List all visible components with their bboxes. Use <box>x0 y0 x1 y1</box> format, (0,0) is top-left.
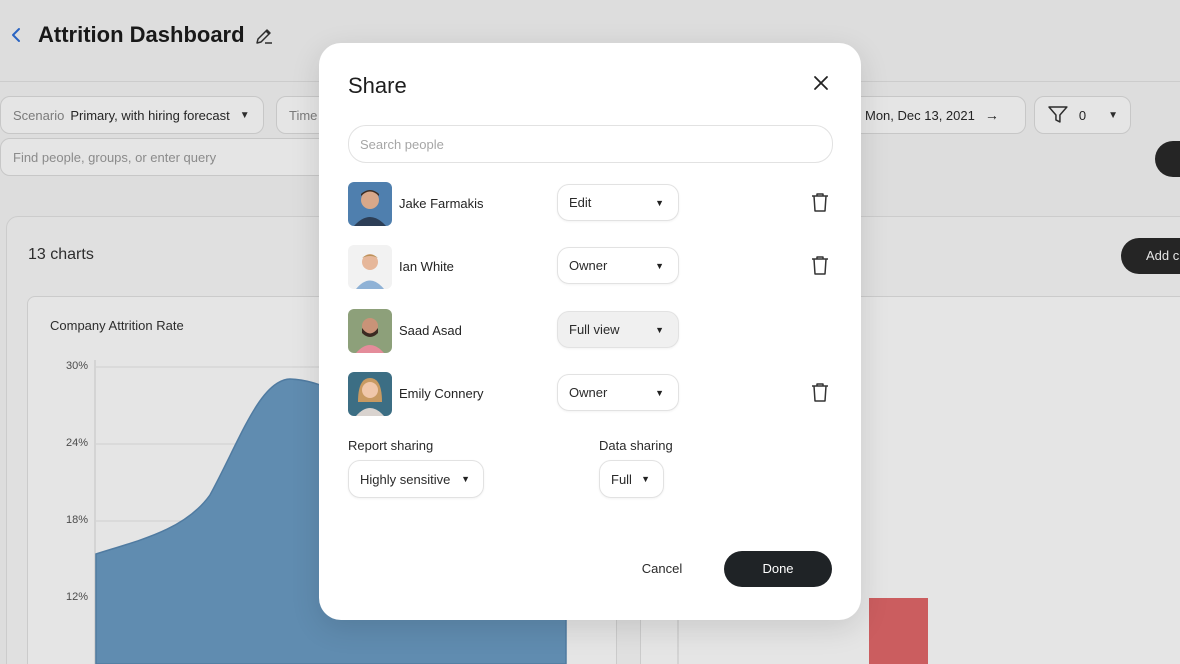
list-item: Emily Connery Owner ▼ <box>348 372 833 416</box>
chevron-down-icon: ▼ <box>655 325 664 335</box>
avatar <box>348 309 392 353</box>
share-dialog: Share Jake Farmakis Edit ▼ <box>319 43 861 620</box>
chevron-down-icon: ▼ <box>655 388 664 398</box>
report-sharing-value: Highly sensitive <box>360 472 451 487</box>
list-item: Jake Farmakis Edit ▼ <box>348 182 833 226</box>
chevron-down-icon: ▼ <box>655 198 664 208</box>
role-value: Edit <box>569 195 592 210</box>
list-item: Ian White Owner ▼ <box>348 245 833 289</box>
person-name: Saad Asad <box>399 323 462 338</box>
done-button[interactable]: Done <box>724 551 832 587</box>
search-people-input[interactable] <box>348 125 833 163</box>
chevron-down-icon: ▼ <box>461 474 470 484</box>
role-value: Owner <box>569 385 608 400</box>
role-value: Owner <box>569 258 608 273</box>
avatar <box>348 245 392 289</box>
role-select[interactable]: Owner ▼ <box>557 374 679 411</box>
close-icon[interactable] <box>811 73 831 93</box>
avatar <box>348 182 392 226</box>
chevron-down-icon: ▼ <box>655 261 664 271</box>
report-sharing-select[interactable]: Highly sensitive ▼ <box>348 460 484 498</box>
role-select[interactable]: Full view ▼ <box>557 311 679 348</box>
dialog-title: Share <box>348 73 407 98</box>
data-sharing-label: Data sharing <box>599 438 673 453</box>
list-item: Saad Asad Full view ▼ <box>348 309 833 353</box>
trash-icon[interactable] <box>810 381 830 403</box>
person-name: Jake Farmakis <box>399 196 484 211</box>
chevron-down-icon: ▼ <box>641 474 650 484</box>
avatar <box>348 372 392 416</box>
person-name: Ian White <box>399 259 454 274</box>
role-select[interactable]: Owner ▼ <box>557 247 679 284</box>
cancel-button[interactable]: Cancel <box>624 551 700 587</box>
trash-icon[interactable] <box>810 191 830 213</box>
trash-icon[interactable] <box>810 254 830 276</box>
data-sharing-value: Full <box>611 472 632 487</box>
person-name: Emily Connery <box>399 386 484 401</box>
role-select[interactable]: Edit ▼ <box>557 184 679 221</box>
data-sharing-select[interactable]: Full ▼ <box>599 460 664 498</box>
report-sharing-label: Report sharing <box>348 438 434 453</box>
role-value: Full view <box>569 322 620 337</box>
